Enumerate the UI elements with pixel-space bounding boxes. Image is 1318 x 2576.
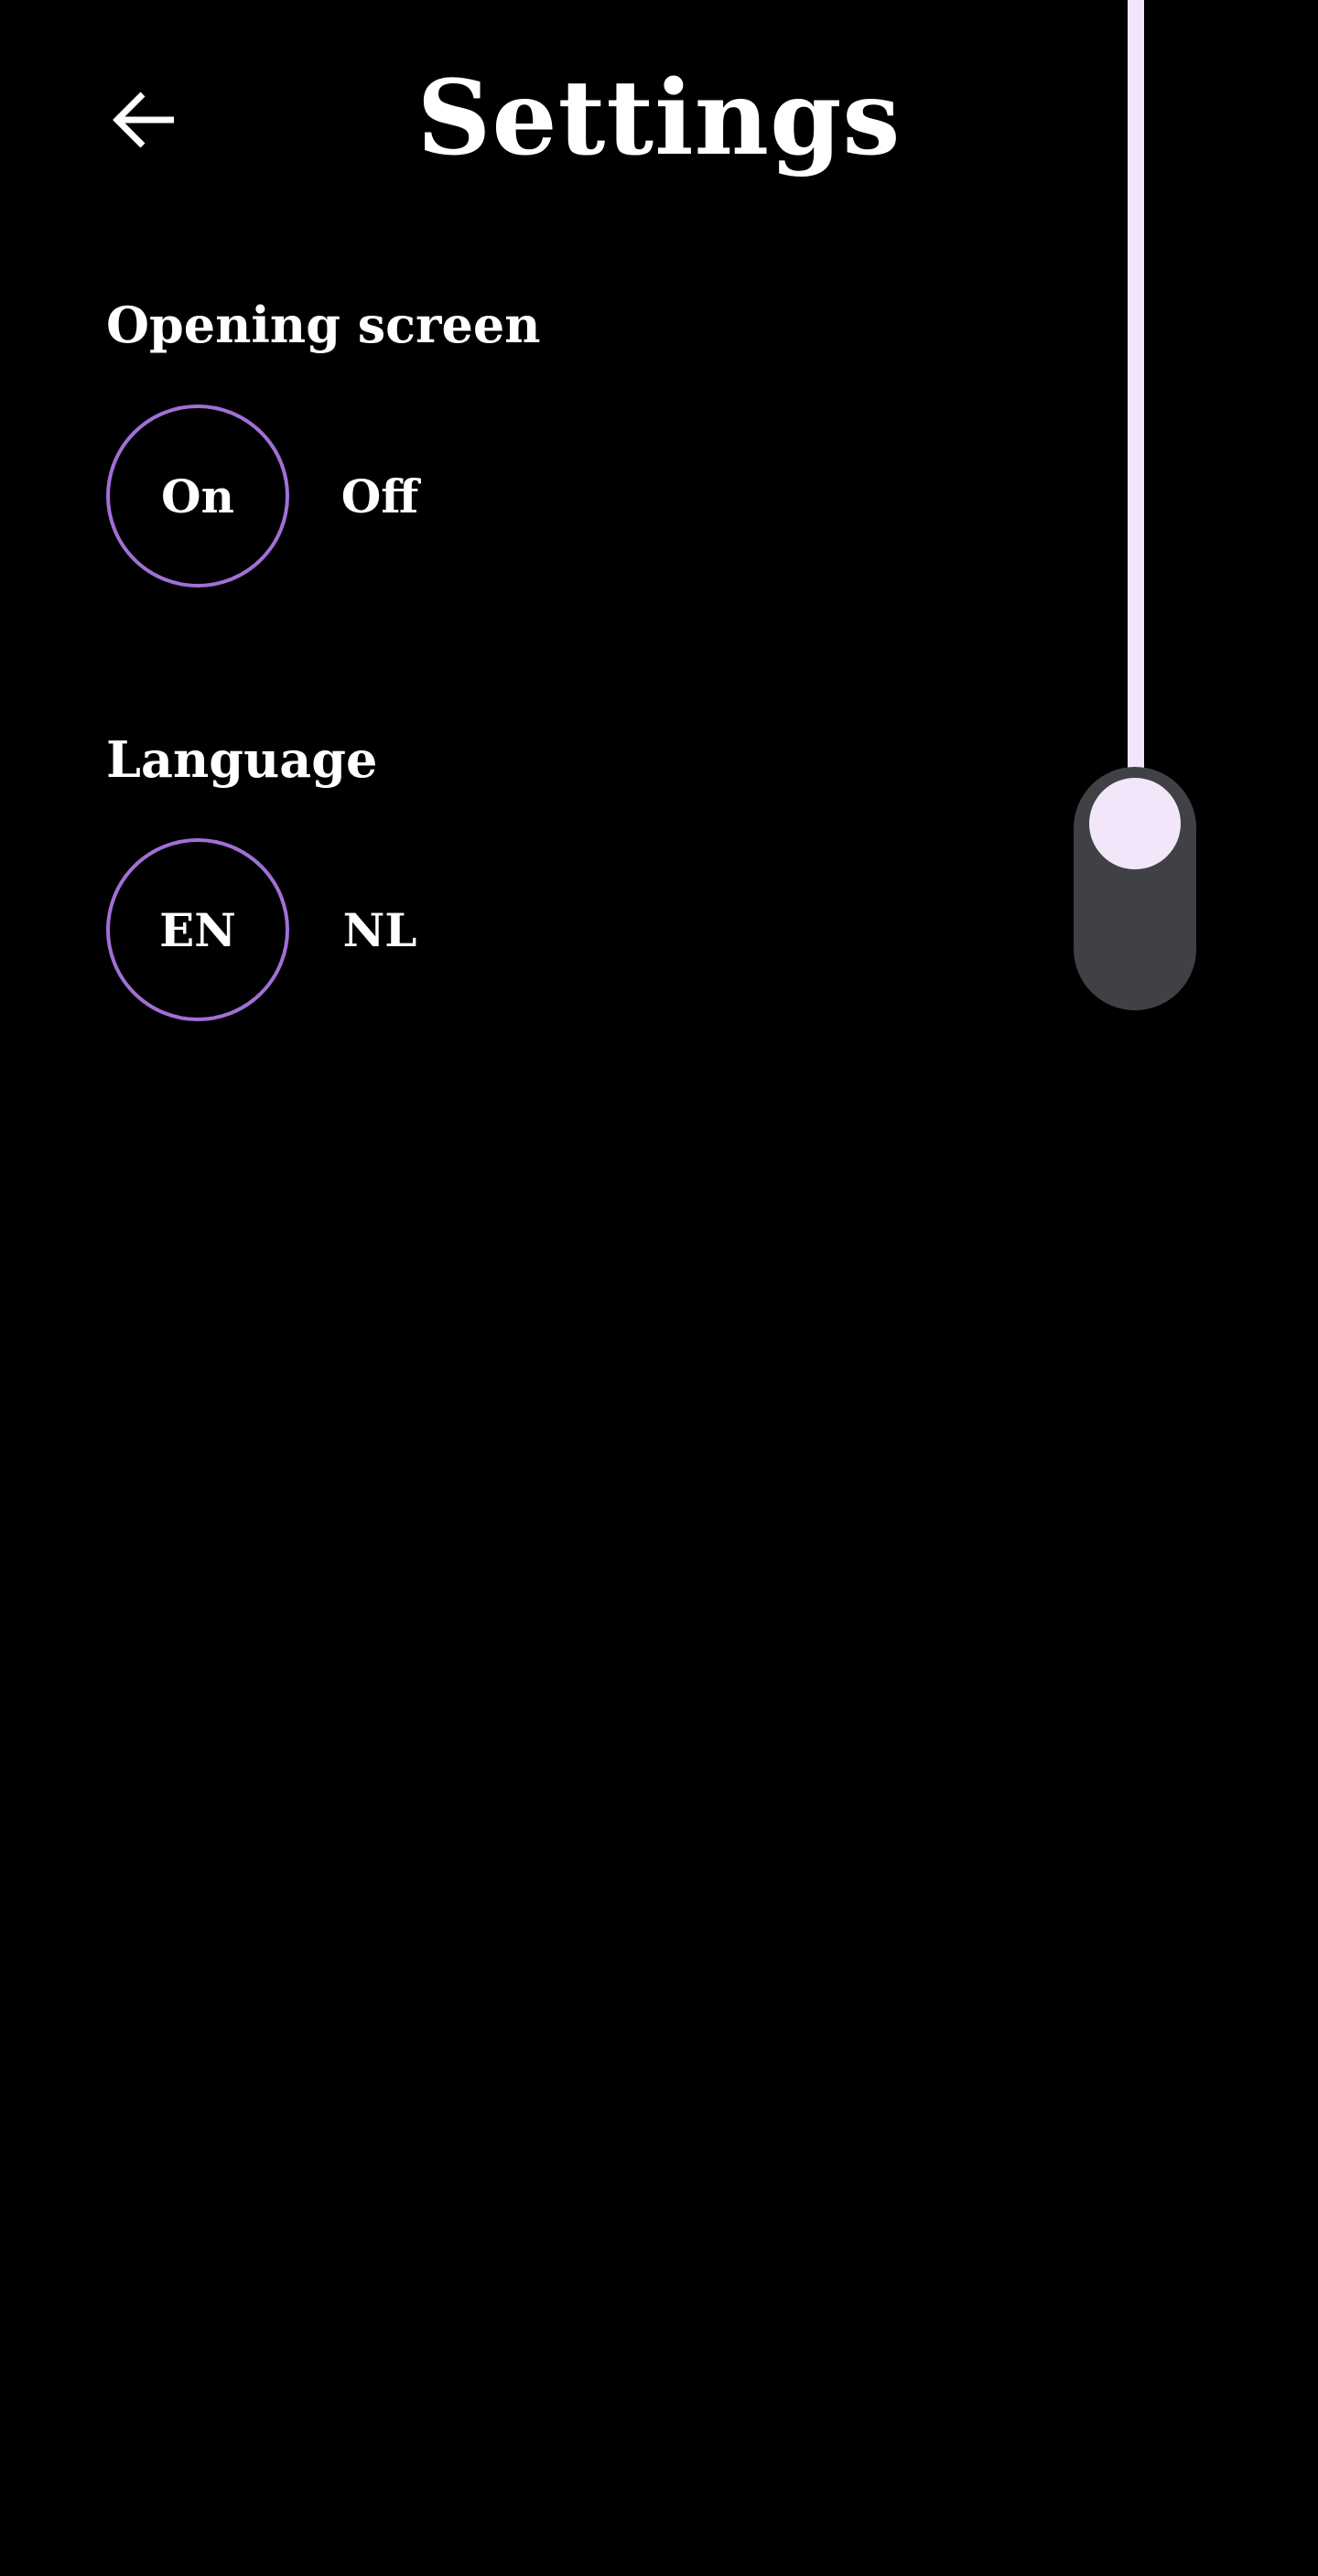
pull-cord (1128, 0, 1144, 787)
opening-screen-on-option[interactable]: On (106, 404, 289, 587)
option-label: NL (342, 902, 417, 957)
opening-screen-label: Opening screen (106, 296, 541, 354)
page-title: Settings (416, 59, 902, 178)
language-label: Language (106, 730, 378, 789)
header: Settings (0, 0, 1318, 238)
opening-screen-off-option[interactable]: Off (316, 441, 444, 551)
pull-toggle-handle[interactable] (1074, 767, 1196, 1010)
language-en-option[interactable]: EN (106, 838, 289, 1021)
option-label: Off (340, 469, 419, 523)
option-label: EN (159, 902, 236, 957)
pull-toggle-knob[interactable] (1089, 778, 1181, 869)
option-label: On (161, 469, 234, 523)
language-nl-option[interactable]: NL (316, 875, 444, 985)
